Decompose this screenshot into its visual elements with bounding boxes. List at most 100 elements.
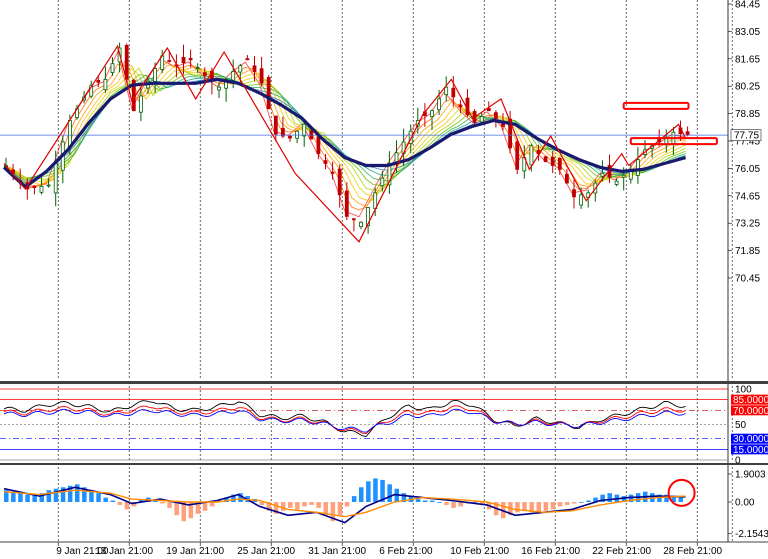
macd-histogram-bar [46, 490, 52, 502]
candle-body [53, 163, 58, 194]
oscillator-series-line [3, 408, 686, 433]
macd-tick-label: 1.9003 [735, 470, 766, 481]
macd-histogram-bar [550, 502, 556, 510]
price-tick-label: 80.25 [735, 82, 760, 93]
price-grid [57, 0, 733, 380]
macd-histogram-bar [295, 502, 300, 510]
candle-body [138, 95, 143, 113]
macd-histogram-bar [280, 502, 286, 511]
time-label: 13 Jan 21:00 [95, 546, 153, 557]
candle-body [359, 221, 363, 228]
candle-body [479, 116, 484, 123]
macd-histogram-bar [96, 493, 101, 502]
candle-body [330, 171, 335, 174]
price-tick-label: 71.85 [735, 246, 760, 257]
candle-body [217, 86, 221, 91]
time-label: 10 Feb 21:00 [450, 546, 509, 557]
current-price-tag: 77.75 [730, 129, 762, 142]
time-label: 16 Feb 21:00 [521, 546, 580, 557]
candle-body [110, 63, 115, 73]
candle-body [195, 67, 200, 70]
macd-histogram-bar [366, 481, 371, 502]
macd-histogram-bar [373, 478, 378, 502]
candle-body [572, 189, 576, 198]
macd-tick-label: 0.00 [735, 498, 755, 509]
candle-body [266, 77, 271, 110]
candle-body [316, 136, 321, 155]
time-label: 25 Jan 21:00 [237, 546, 295, 557]
macd-histogram-bar [607, 493, 612, 502]
macd-axis: 1.9003 0.00 -2.1543 [728, 470, 768, 540]
panel-separator-2[interactable] [0, 463, 768, 465]
macd-histogram-bar [543, 502, 549, 511]
candle-body [252, 65, 257, 72]
macd-histogram-bar [18, 493, 23, 502]
candle-body [557, 158, 562, 170]
macd-grid [57, 467, 733, 542]
candle-body [515, 141, 520, 170]
macd-histogram-bar [579, 502, 584, 503]
candle-body [344, 190, 349, 217]
price-tick-label: 74.65 [735, 191, 760, 202]
candle-body [621, 174, 626, 178]
candle-body [323, 160, 328, 164]
oscillator-axis: 10085.000070.0000 50 30.000015.00000 [731, 385, 768, 467]
price-tick-label: 73.25 [735, 219, 760, 230]
candle-body [96, 80, 101, 83]
candle-body [636, 159, 640, 176]
macd-histogram-bar [564, 502, 570, 505]
oscillator-tick-label: 100 [735, 385, 752, 396]
macd-histogram-bar [344, 502, 350, 507]
candle-body [46, 184, 51, 187]
macd-histogram-bar [678, 497, 683, 502]
time-label: 6 Feb 21:00 [379, 546, 433, 557]
candle-body [565, 173, 569, 184]
macd-histogram-bar [53, 488, 59, 502]
macd-histogram-bar [25, 494, 30, 502]
time-label: 19 Jan 21:00 [166, 546, 224, 557]
candle-body [188, 57, 193, 61]
macd-histogram-bar [110, 500, 115, 502]
price-tick-label: 78.85 [735, 109, 760, 120]
macd-histogram-bar [167, 502, 172, 508]
price-tick-label: 70.45 [735, 274, 760, 285]
candle-body [493, 112, 498, 119]
panel-separator-1[interactable] [0, 381, 768, 384]
candle-body [543, 156, 548, 162]
candle-body [238, 65, 243, 73]
macd-histogram-bar [259, 502, 265, 505]
price-tick-label: 84.45 [735, 0, 760, 11]
candle-body [351, 218, 356, 221]
oscillator-lines [3, 399, 686, 437]
oscillator-level-label: 30.0000 [733, 434, 768, 445]
price-tick-label: 81.65 [735, 54, 760, 65]
macd-histogram-bar [451, 502, 456, 508]
price-tick-label: 83.05 [735, 27, 760, 38]
oscillator-panel: 10085.000070.0000 50 30.000015.00000 [0, 385, 768, 467]
candle-body [579, 194, 583, 206]
macd-histogram-bar [422, 500, 428, 502]
candle-body [380, 177, 385, 187]
macd-histogram-bar [103, 497, 108, 502]
candle-body [458, 104, 463, 108]
macd-histogram-bar [430, 500, 435, 502]
candle-body [486, 108, 491, 112]
oscillator-grid [0, 386, 733, 461]
macd-histogram-bar [444, 502, 449, 505]
oscillator-level-label: 85.0000 [733, 395, 768, 406]
annotation-rect [622, 101, 690, 110]
macd-histogram-bar [160, 502, 165, 504]
macd-histogram-bar [124, 502, 130, 510]
candle-body [153, 68, 158, 82]
candle-body [451, 87, 456, 98]
macd-histogram-bar [337, 502, 343, 516]
macd-histogram-bar [302, 502, 307, 507]
macd-histogram-bar [415, 499, 421, 502]
candle-body [181, 57, 186, 64]
price-axis: 84.4583.0581.6580.2578.8577.4576.0574.65… [727, 0, 760, 542]
macd-histogram-bar [316, 502, 321, 508]
candle-body [39, 185, 44, 193]
oscillator-level-label: 70.0000 [733, 406, 768, 417]
macd-histogram-bar [288, 502, 293, 508]
candle-body [273, 115, 278, 135]
